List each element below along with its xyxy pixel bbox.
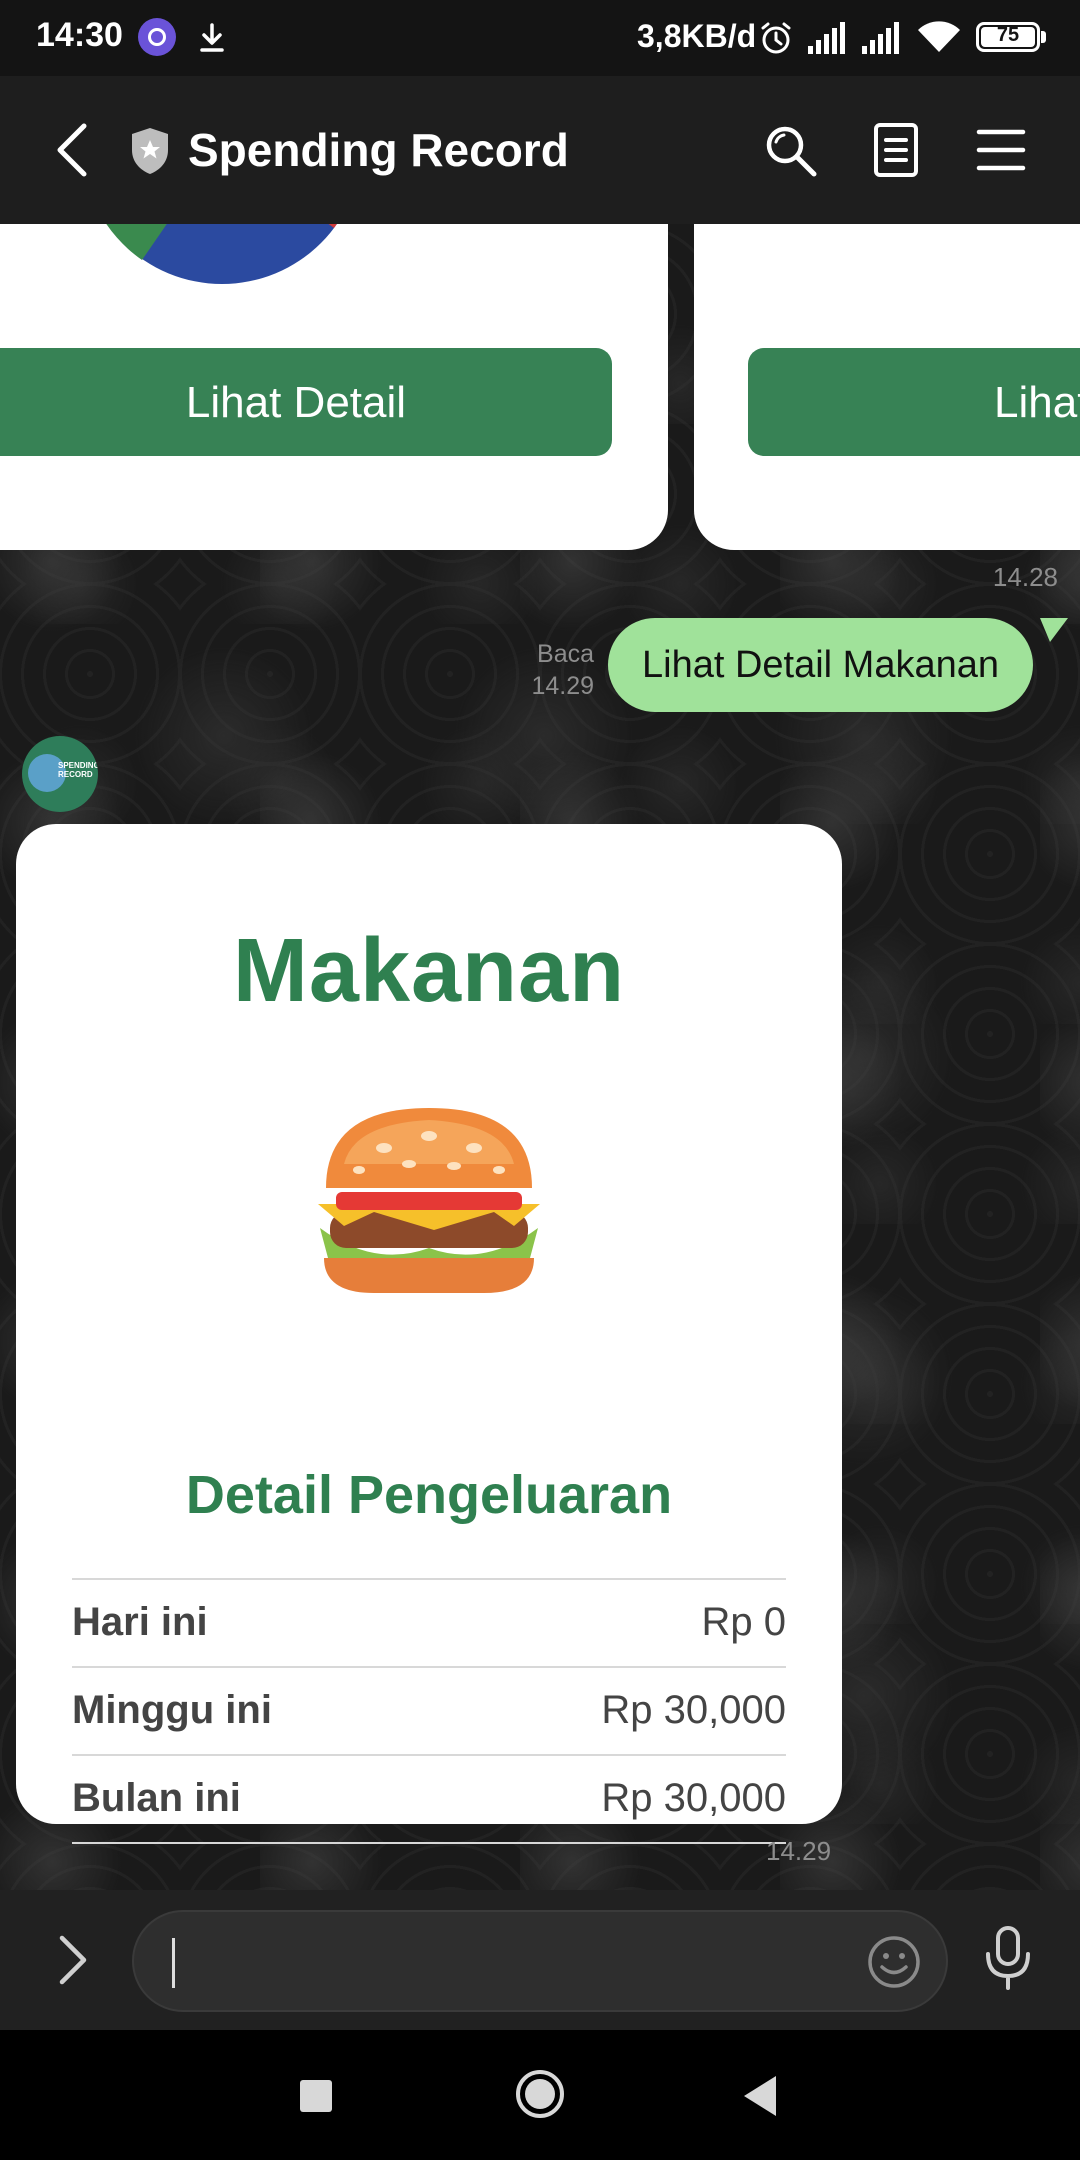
- signal-icon: [808, 22, 845, 54]
- view-detail-button[interactable]: Lihat Detail: [748, 348, 1080, 456]
- view-detail-button[interactable]: Lihat Detail: [0, 348, 612, 456]
- app-header: Spending Record: [0, 76, 1080, 224]
- emoji-icon[interactable]: [866, 1934, 922, 1990]
- status-time: 14:30: [36, 16, 123, 54]
- expense-label: Bulan ini: [72, 1776, 241, 1820]
- expense-label: Hari ini: [72, 1600, 208, 1644]
- message-timestamp: 14.29: [531, 672, 594, 700]
- read-receipt: Baca: [537, 640, 594, 668]
- app-notification-icon: [138, 18, 176, 56]
- detail-section-title: Detail Pengeluaran: [185, 1465, 673, 1525]
- microphone-icon[interactable]: [982, 1924, 1034, 1992]
- bot-avatar[interactable]: SPENDING RECORD: [22, 736, 98, 812]
- shield-icon: [132, 128, 168, 174]
- outgoing-message-bubble[interactable]: Lihat Detail Makanan: [608, 618, 1033, 712]
- burger-icon: [318, 1108, 540, 1293]
- carousel-card-next: Lihat Detail: [694, 224, 1080, 550]
- menu-icon[interactable]: [976, 128, 1026, 172]
- expense-value: Rp 0: [701, 1600, 787, 1644]
- message-input-bar: [0, 1890, 1080, 2030]
- outgoing-message-meta: Baca 14.29: [520, 638, 594, 702]
- expense-row-week: Minggu ini Rp 30,000: [72, 1666, 786, 1756]
- status-bar: 14:30 3,8KB/d 75: [0, 0, 1080, 76]
- search-icon[interactable]: [762, 122, 818, 178]
- recents-button[interactable]: [300, 2080, 332, 2112]
- avatar-text: RECORD: [58, 770, 93, 779]
- avatar-text: SPENDING: [58, 761, 98, 770]
- battery-cap: [1041, 31, 1046, 43]
- expense-row-today: Hari ini Rp 0: [72, 1578, 786, 1668]
- expand-icon[interactable]: [52, 1930, 96, 1990]
- download-icon: [200, 23, 224, 52]
- card-title: Makanan: [232, 921, 626, 1021]
- alarm-icon: [761, 22, 791, 54]
- text-caret: [172, 1938, 175, 1988]
- notes-icon[interactable]: [870, 122, 922, 178]
- chat-title: Spending Record: [188, 124, 569, 176]
- back-button[interactable]: [740, 2074, 780, 2118]
- battery-icon: 75: [976, 22, 1040, 52]
- expense-value: Rp 30,000: [601, 1688, 786, 1732]
- expense-value: Rp 30,000: [601, 1776, 786, 1820]
- chat-area[interactable]: Lihat Detail Lihat Detail 14.28 Baca 14.…: [0, 224, 1080, 1890]
- system-nav-bar: [0, 2030, 1080, 2160]
- message-input[interactable]: [132, 1910, 948, 2012]
- pie-chart-partial: [106, 224, 337, 284]
- expense-label: Minggu ini: [72, 1688, 272, 1732]
- message-timestamp: 14.29: [766, 1836, 832, 1866]
- category-card-makanan[interactable]: Makanan Detail Pengeluaran Hari ini Rp 0…: [16, 824, 842, 1844]
- back-arrow-icon[interactable]: [48, 120, 100, 180]
- network-speed: 3,8KB/d: [637, 18, 757, 54]
- carousel-card-summary: Lihat Detail: [0, 224, 668, 550]
- signal-icon: [862, 22, 899, 54]
- wifi-icon: [918, 21, 960, 52]
- home-button[interactable]: [514, 2068, 566, 2120]
- battery-level: 75: [996, 24, 1020, 46]
- bubble-tail: [1040, 618, 1068, 642]
- expense-row-month: Bulan ini Rp 30,000: [72, 1754, 786, 1844]
- message-timestamp: 14.28: [992, 562, 1058, 592]
- table-divider: [72, 1842, 786, 1844]
